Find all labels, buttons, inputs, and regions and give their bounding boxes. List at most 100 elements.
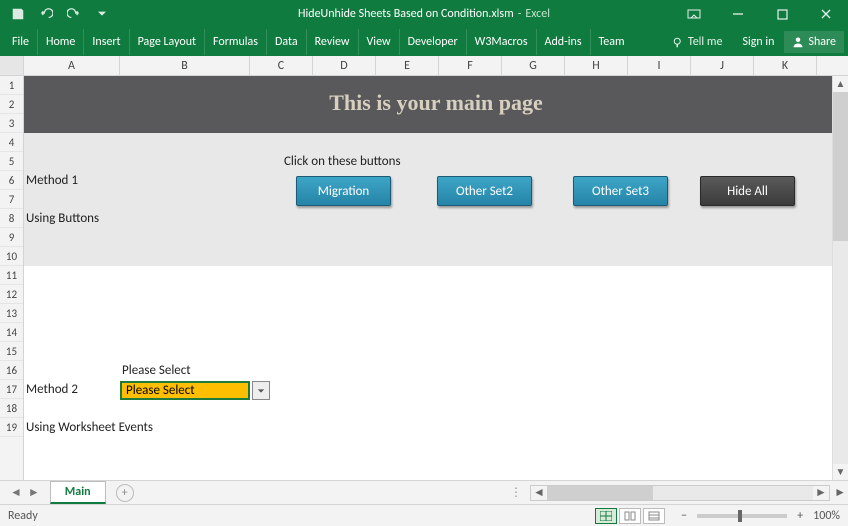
- scroll-down-icon[interactable]: ▼: [833, 464, 848, 480]
- grid[interactable]: This is your main page Click on these bu…: [24, 76, 848, 480]
- dropdown-cell[interactable]: Please Select: [120, 381, 250, 400]
- select-all-corner[interactable]: [0, 56, 24, 75]
- row-header-1[interactable]: 1: [0, 76, 23, 95]
- column-header-h[interactable]: H: [565, 56, 628, 75]
- row-header-18[interactable]: 18: [0, 399, 23, 418]
- tab-team[interactable]: Team: [591, 29, 633, 55]
- quick-access-toolbar: [0, 6, 110, 22]
- dropdown-button[interactable]: [252, 381, 270, 400]
- tab-developer[interactable]: Developer: [400, 29, 467, 55]
- zoom-in-button[interactable]: +: [793, 509, 807, 523]
- hide-all-button[interactable]: Hide All: [700, 176, 795, 206]
- tell-me-search[interactable]: Tell me: [662, 35, 733, 49]
- tab-formulas[interactable]: Formulas: [205, 29, 267, 55]
- redo-icon[interactable]: [66, 6, 82, 22]
- save-icon[interactable]: [10, 6, 26, 22]
- using-buttons-label: Using Buttons: [26, 211, 99, 226]
- row-header-2[interactable]: 2: [0, 95, 23, 114]
- zoom-control: − + 100%: [677, 509, 840, 523]
- maximize-icon[interactable]: [760, 0, 804, 28]
- row-header-5[interactable]: 5: [0, 152, 23, 171]
- row-header-13[interactable]: 13: [0, 304, 23, 323]
- column-header-i[interactable]: I: [628, 56, 691, 75]
- share-button[interactable]: Share: [784, 31, 844, 53]
- row-headers: 12345678910111213141516171819: [0, 76, 24, 480]
- zoom-level[interactable]: 100%: [813, 509, 840, 523]
- tab-home[interactable]: Home: [38, 29, 84, 55]
- hscroll-left-icon[interactable]: ◄: [531, 485, 547, 500]
- sheet-nav-next-icon[interactable]: ►: [28, 485, 40, 500]
- method2-label: Method 2: [26, 382, 78, 397]
- column-header-f[interactable]: F: [439, 56, 502, 75]
- row-header-6[interactable]: 6: [0, 171, 23, 190]
- column-header-k[interactable]: K: [754, 56, 817, 75]
- view-page-break-icon[interactable]: [643, 508, 665, 524]
- tab-insert[interactable]: Insert: [84, 29, 129, 55]
- sheet-nav: ◄ ►: [0, 485, 50, 500]
- migration-button[interactable]: Migration: [296, 176, 391, 206]
- add-sheet-button[interactable]: +: [116, 484, 134, 502]
- tab-view[interactable]: View: [359, 29, 400, 55]
- vertical-scrollbar[interactable]: ▲ ▼: [832, 76, 848, 480]
- signin-link[interactable]: Sign in: [732, 35, 784, 49]
- column-header-a[interactable]: A: [24, 56, 120, 75]
- document-name: HideUnhide Sheets Based on Condition.xls…: [298, 7, 514, 21]
- other-set2-button[interactable]: Other Set2: [437, 176, 532, 206]
- tab-review[interactable]: Review: [307, 29, 359, 55]
- dropdown-value: Please Select: [126, 383, 195, 398]
- hscroll-right-icon[interactable]: ►: [813, 485, 829, 500]
- dropdown-label: Please Select: [122, 363, 191, 378]
- view-normal-icon[interactable]: [595, 508, 617, 524]
- row-header-15[interactable]: 15: [0, 342, 23, 361]
- hscroll-track[interactable]: [547, 486, 813, 500]
- row-header-10[interactable]: 10: [0, 247, 23, 266]
- tab-split-handle[interactable]: ⋮: [510, 485, 522, 500]
- column-header-j[interactable]: J: [691, 56, 754, 75]
- using-events-label: Using Worksheet Events: [26, 420, 153, 435]
- row-header-12[interactable]: 12: [0, 285, 23, 304]
- row-header-8[interactable]: 8: [0, 209, 23, 228]
- zoom-slider[interactable]: [697, 514, 787, 518]
- sheet-nav-prev-icon[interactable]: ◄: [10, 485, 22, 500]
- instruction-text: Click on these buttons: [284, 154, 401, 169]
- row-header-9[interactable]: 9: [0, 228, 23, 247]
- row-header-19[interactable]: 19: [0, 418, 23, 437]
- app-name: Excel: [525, 7, 550, 21]
- vscroll-track[interactable]: [833, 92, 848, 464]
- other-set3-button[interactable]: Other Set3: [573, 176, 668, 206]
- column-header-b[interactable]: B: [120, 56, 250, 75]
- row-header-7[interactable]: 7: [0, 190, 23, 209]
- column-header-g[interactable]: G: [502, 56, 565, 75]
- undo-icon[interactable]: [38, 6, 54, 22]
- row-header-3[interactable]: 3: [0, 114, 23, 133]
- qat-customize-icon[interactable]: [94, 6, 110, 22]
- sheet-tab-main[interactable]: Main: [50, 481, 106, 504]
- ribbon-display-options-icon[interactable]: [672, 0, 716, 28]
- column-header-e[interactable]: E: [376, 56, 439, 75]
- tab-w3macros[interactable]: W3Macros: [467, 29, 537, 55]
- hscroll-thumb[interactable]: [547, 486, 653, 500]
- row-header-11[interactable]: 11: [0, 266, 23, 285]
- hscroll-end-icon[interactable]: ►: [834, 485, 846, 500]
- tab-page-layout[interactable]: Page Layout: [130, 29, 205, 55]
- zoom-slider-thumb[interactable]: [738, 510, 742, 522]
- window-title: HideUnhide Sheets Based on Condition.xls…: [298, 7, 550, 21]
- close-icon[interactable]: [804, 0, 848, 28]
- vscroll-thumb[interactable]: [833, 92, 848, 241]
- tab-file[interactable]: File: [4, 29, 38, 55]
- zoom-out-button[interactable]: −: [677, 509, 691, 523]
- scroll-up-icon[interactable]: ▲: [833, 76, 848, 92]
- view-page-layout-icon[interactable]: [619, 508, 641, 524]
- tab-data[interactable]: Data: [267, 29, 307, 55]
- row-header-17[interactable]: 17: [0, 380, 23, 399]
- share-label: Share: [808, 35, 836, 49]
- row-header-16[interactable]: 16: [0, 361, 23, 380]
- column-header-d[interactable]: D: [313, 56, 376, 75]
- title-separator: -: [518, 7, 522, 21]
- row-header-14[interactable]: 14: [0, 323, 23, 342]
- column-header-c[interactable]: C: [250, 56, 313, 75]
- minimize-icon[interactable]: [716, 0, 760, 28]
- row-header-4[interactable]: 4: [0, 133, 23, 152]
- horizontal-scrollbar[interactable]: ◄ ►: [530, 485, 830, 501]
- tab-addins[interactable]: Add-ins: [537, 29, 591, 55]
